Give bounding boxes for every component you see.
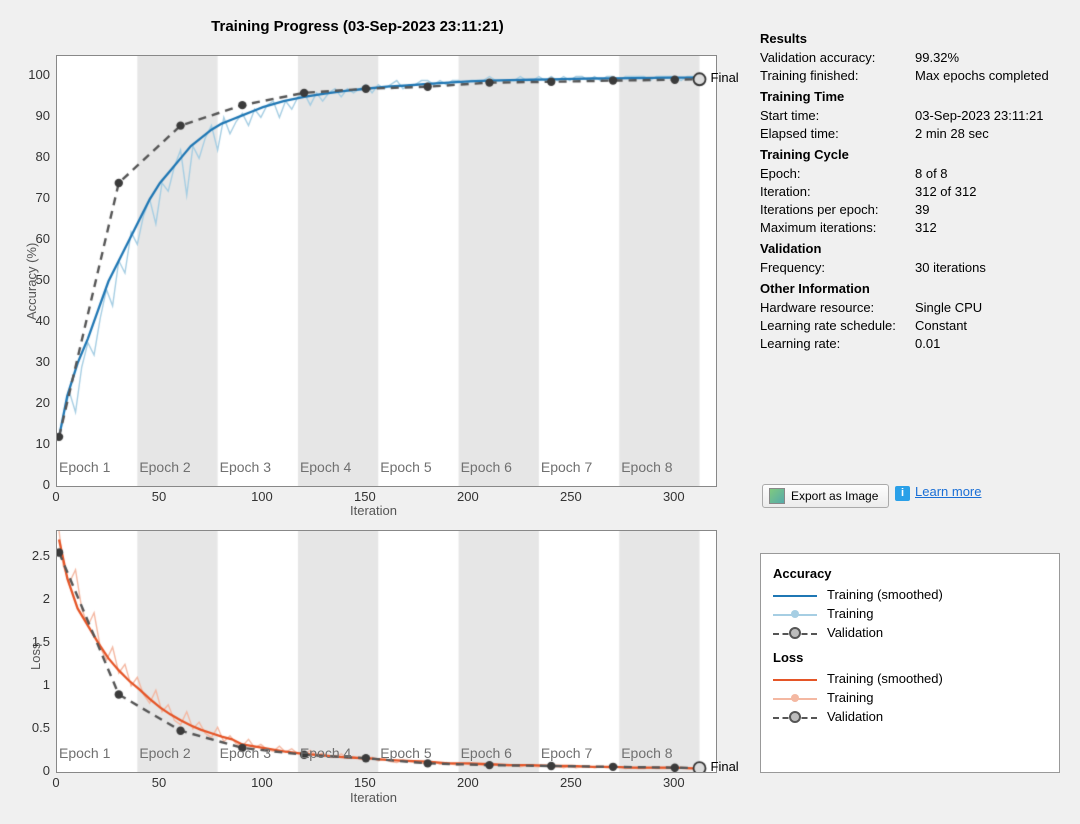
epoch-label: Epoch 5 <box>380 745 431 761</box>
epoch-label: Epoch 6 <box>461 745 512 761</box>
export-image-button[interactable]: Export as Image <box>762 484 889 508</box>
epoch-label: Epoch 2 <box>139 745 190 761</box>
export-label: Export as Image <box>791 489 878 503</box>
accuracy-canvas <box>57 56 716 486</box>
legend-accuracy-header: Accuracy <box>773 566 1051 581</box>
page-title: Training Progress (03-Sep-2023 23:11:21) <box>0 18 715 35</box>
section-header: Other Information <box>760 281 1065 296</box>
info-row: Maximum iterations:312 <box>760 220 1065 235</box>
legend-entry: Training <box>773 606 1051 621</box>
legend-panel: Accuracy Training (smoothed) Training Va… <box>760 553 1060 773</box>
info-row: Validation accuracy:99.32% <box>760 50 1065 65</box>
info-icon: i <box>895 486 910 501</box>
info-row: Training finished:Max epochs completed <box>760 68 1065 83</box>
info-row: Frequency:30 iterations <box>760 260 1065 275</box>
info-row: Iterations per epoch:39 <box>760 202 1065 217</box>
info-row: Hardware resource:Single CPU <box>760 300 1065 315</box>
epoch-label: Epoch 7 <box>541 745 592 761</box>
legend-entry: Training (smoothed) <box>773 587 1051 602</box>
epoch-label: Epoch 3 <box>220 745 271 761</box>
learn-more-link[interactable]: Learn more <box>915 484 981 499</box>
epoch-label: Epoch 5 <box>380 459 431 475</box>
legend-loss-header: Loss <box>773 650 1051 665</box>
info-row: Iteration:312 of 312 <box>760 184 1065 199</box>
loss-canvas <box>57 531 716 772</box>
epoch-label: Epoch 8 <box>621 745 672 761</box>
final-label-loss: Final <box>711 759 739 774</box>
epoch-label: Epoch 8 <box>621 459 672 475</box>
epoch-label: Epoch 3 <box>220 459 271 475</box>
export-icon <box>769 488 785 504</box>
legend-entry: Validation <box>773 709 1051 724</box>
info-row: Epoch:8 of 8 <box>760 166 1065 181</box>
info-row: Learning rate schedule:Constant <box>760 318 1065 333</box>
results-panel: Results Validation accuracy:99.32% Trainin… <box>760 25 1065 354</box>
info-row: Elapsed time:2 min 28 sec <box>760 126 1065 141</box>
legend-entry: Training <box>773 690 1051 705</box>
section-header: Results <box>760 31 1065 46</box>
info-row: Learning rate:0.01 <box>760 336 1065 351</box>
epoch-label: Epoch 1 <box>59 459 110 475</box>
info-row: Start time:03-Sep-2023 23:11:21 <box>760 108 1065 123</box>
epoch-label: Epoch 2 <box>139 459 190 475</box>
accuracy-xlabel: Iteration <box>350 503 397 518</box>
final-label-accuracy: Final <box>711 70 739 85</box>
epoch-label: Epoch 6 <box>461 459 512 475</box>
section-header: Training Cycle <box>760 147 1065 162</box>
section-header: Validation <box>760 241 1065 256</box>
epoch-label: Epoch 4 <box>300 459 351 475</box>
section-header: Training Time <box>760 89 1065 104</box>
legend-entry: Validation <box>773 625 1051 640</box>
accuracy-chart <box>56 55 717 487</box>
epoch-label: Epoch 1 <box>59 745 110 761</box>
epoch-label: Epoch 7 <box>541 459 592 475</box>
learn-more[interactable]: i Learn more <box>895 484 981 501</box>
loss-chart <box>56 530 717 773</box>
loss-xlabel: Iteration <box>350 790 397 805</box>
epoch-label: Epoch 4 <box>300 745 351 761</box>
legend-entry: Training (smoothed) <box>773 671 1051 686</box>
